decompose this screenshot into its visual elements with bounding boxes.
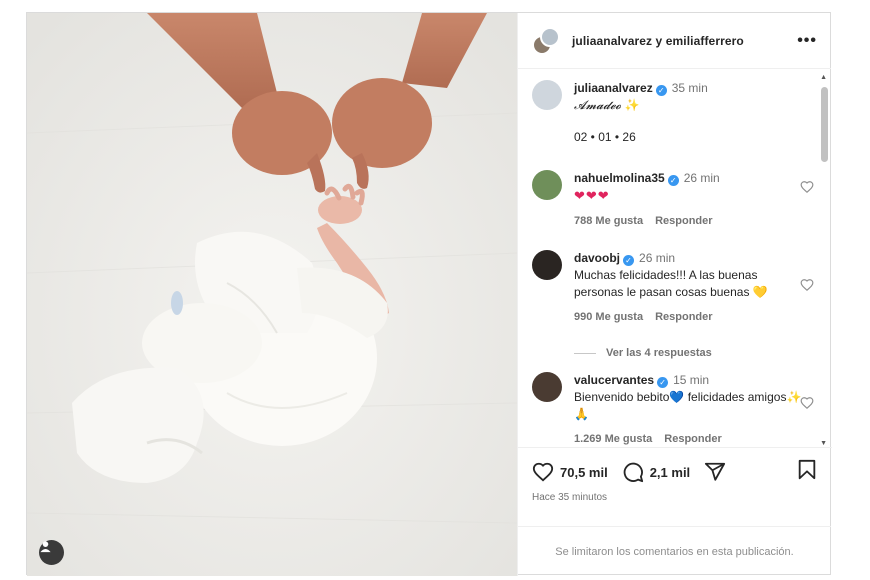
comment-likes[interactable]: 1.269 Me gusta [574,433,652,445]
paper-plane-icon [705,462,726,481]
scroll-up-arrow-icon[interactable]: ▲ [820,74,827,81]
caption-date: 02 • 01 • 26 [574,130,636,144]
heart-icon [532,462,554,482]
tagged-user-icon[interactable] [39,540,64,565]
verified-badge-icon: ✓ [667,175,679,186]
avatar[interactable] [532,80,562,110]
comment-username[interactable]: davoobj [574,251,620,265]
author-names[interactable]: juliaanalvarez y emiliafferrero [572,34,744,48]
comment-time: 26 min [683,171,720,185]
share-button[interactable] [704,461,732,483]
person-icon [40,541,51,553]
comment-text: Bienvenido bebito [574,390,670,404]
like-comment-heart-icon[interactable] [800,278,814,292]
comment-username[interactable]: valucervantes [574,373,654,387]
post-details-panel: juliaanalvarez y emiliafferrero ••• ▲ ▼ … [517,13,832,576]
comment-likes[interactable]: 788 Me gusta [574,215,643,227]
reply-button[interactable]: Responder [655,215,712,227]
comment-text: Muchas felicidades!!! A las buenas perso… [574,268,758,299]
save-button[interactable] [797,459,817,486]
caption-text: 𝓐𝓶𝓪𝓭𝓮𝓸 [574,98,622,112]
post-photo[interactable] [27,13,517,576]
comment: nahuelmolina35 ✓ 26 min ❤❤❤ 788 Me gusta Re… [532,170,814,230]
post-actions: 70,5 mil 2,1 mil [532,459,817,486]
yellow-heart-icon: 💛 [752,285,768,299]
post-header: juliaanalvarez y emiliafferrero ••• [518,13,831,69]
more-options-icon[interactable]: ••• [797,32,817,50]
scrollbar-thumb[interactable] [821,87,828,162]
comment-bubble-icon [623,462,643,483]
caption: juliaanalvarez ✓ 35 min 𝓐𝓶𝓪𝓭𝓮𝓸 ✨ 02 • 01 •… [532,80,802,146]
comment-button[interactable]: 2,1 mil [622,461,690,483]
bookmark-icon [798,459,816,479]
reply-button[interactable]: Responder [655,311,712,323]
collab-avatars[interactable] [532,26,560,55]
instagram-post: juliaanalvarez y emiliafferrero ••• ▲ ▼ … [26,12,832,576]
like-button[interactable]: 70,5 mil [532,461,608,483]
comment-time: 15 min [673,373,710,387]
sparkles-icon: ✨ [624,98,640,112]
comment: valucervantes ✓ 15 min Bienvenido bebito💙 … [532,372,814,447]
like-comment-heart-icon[interactable] [800,180,814,194]
comment-username[interactable]: nahuelmolina35 [574,171,665,185]
caption-time: 35 min [671,81,708,95]
avatar[interactable] [532,250,562,280]
comment-text: felicidades amigos [687,390,787,404]
avatar[interactable] [532,170,562,200]
caption-username[interactable]: juliaanalvarez [574,81,653,95]
comment-meta: 1.269 Me gusta Responder [574,431,802,447]
comment: davoobj ✓ 26 min Muchas felicidades!!! A l… [532,250,814,326]
comment-time: 26 min [639,251,676,265]
avatar[interactable] [532,372,562,402]
comment-count: 2,1 mil [649,464,691,480]
like-comment-heart-icon[interactable] [800,396,814,410]
comment-likes[interactable]: 990 Me gusta [574,311,643,323]
blue-heart-icon: 💙 [669,390,685,404]
comment-meta: 990 Me gusta Responder [574,309,802,326]
comment-meta: 788 Me gusta Responder [574,213,802,230]
scroll-down-arrow-icon[interactable]: ▼ [820,440,827,447]
avatar [540,26,560,47]
comments-limited-notice: Se limitaron los comentarios en esta pub… [518,526,831,576]
comments-list[interactable]: ▲ ▼ juliaanalvarez ✓ 35 min 𝓐𝓶𝓪𝓭𝓮𝓸 ✨ 02 • … [518,70,832,448]
verified-badge-icon: ✓ [655,85,667,96]
reply-button[interactable]: Responder [664,433,721,445]
view-replies-button[interactable]: Ver las 4 respuestas [574,347,712,359]
comment-text: ❤❤❤ [574,188,610,203]
verified-badge-icon: ✓ [657,377,669,388]
post-timestamp: Hace 35 minutos [532,492,608,503]
baby-photo-illustration [27,13,517,576]
like-count: 70,5 mil [560,464,608,480]
verified-badge-icon: ✓ [623,255,635,266]
